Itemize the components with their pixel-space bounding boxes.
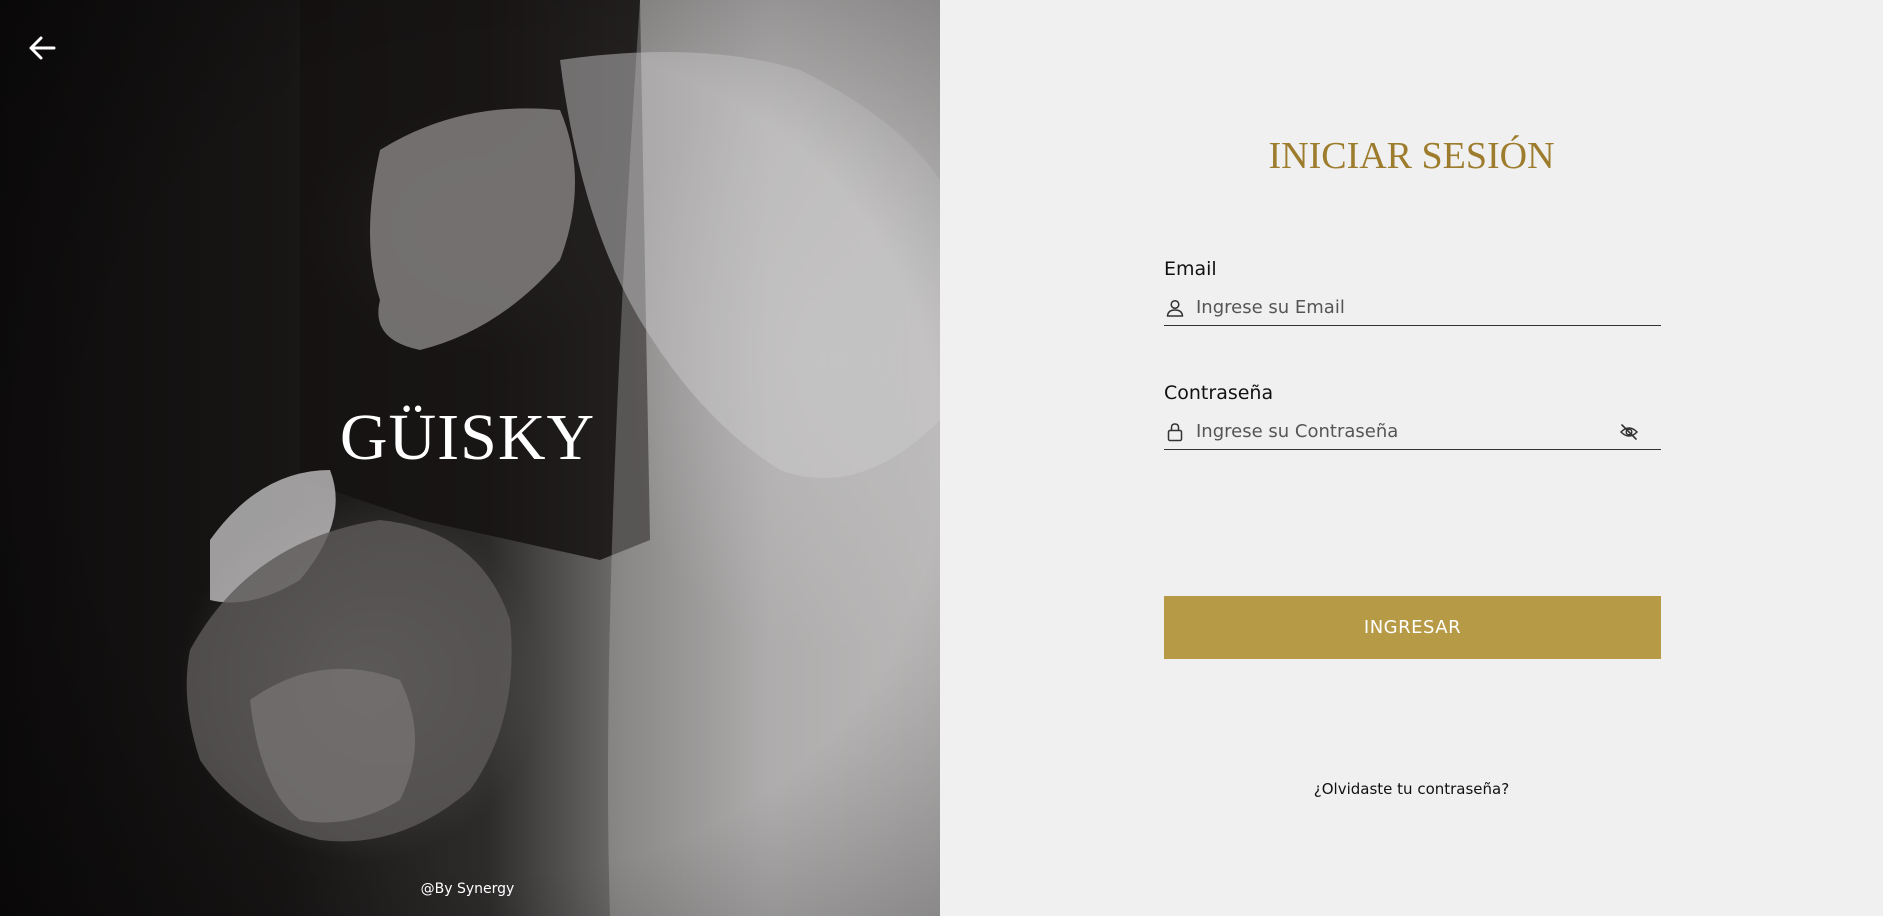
login-panel: INICIAR SESIÓN Email Contraseña [940, 0, 1883, 916]
email-field-row [1164, 290, 1661, 326]
user-icon [1164, 297, 1186, 319]
password-field-row [1164, 414, 1661, 450]
password-label: Contraseña [1164, 382, 1274, 404]
brand-title: GÜISKY [339, 401, 596, 474]
password-field-group: Contraseña [1164, 382, 1661, 450]
submit-button[interactable]: INGRESAR [1164, 596, 1661, 659]
hero-image-panel: GÜISKY @By Synergy [0, 0, 940, 916]
login-title: INICIAR SESIÓN [1268, 135, 1555, 177]
email-input[interactable] [1196, 292, 1661, 323]
brand-credit: @By Synergy [420, 881, 515, 897]
lock-icon [1164, 421, 1186, 443]
toggle-password-visibility-button[interactable] [1617, 420, 1641, 444]
arrow-left-icon [29, 36, 56, 60]
email-label: Email [1164, 258, 1217, 280]
eye-off-icon [1619, 423, 1639, 440]
email-field-group: Email [1164, 258, 1661, 326]
forgot-password-link[interactable]: ¿Olvidaste tu contraseña? [940, 780, 1883, 798]
back-button[interactable] [24, 30, 60, 66]
password-input[interactable] [1196, 416, 1617, 447]
